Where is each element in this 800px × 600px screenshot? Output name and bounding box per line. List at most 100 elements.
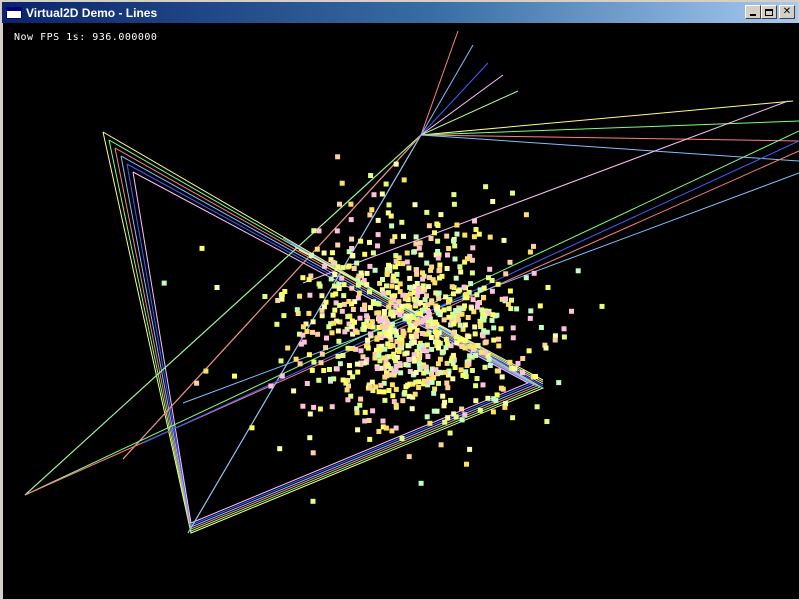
render-canvas[interactable]: Now FPS 1s: 936.000000 [3,23,799,599]
particle [438,370,444,376]
particle [384,331,390,337]
particle [368,173,374,178]
particle [278,358,284,364]
particle [311,228,317,234]
particle [422,297,428,303]
particle [335,154,341,160]
particle [491,325,497,331]
particle [556,380,562,386]
particle [414,293,420,299]
particle [414,271,420,277]
particle [350,253,356,258]
particle [435,255,441,261]
particle [459,417,465,423]
particle [510,190,515,196]
particle [376,429,382,434]
particle [405,382,411,388]
particle [323,345,329,351]
particle [489,317,495,323]
particle [393,402,399,408]
minimize-button[interactable] [745,5,761,19]
particle [490,199,496,204]
particle [489,278,495,283]
particle [467,353,473,359]
particle [381,309,387,314]
particle [544,419,550,424]
maximize-button[interactable] [761,5,777,19]
particle [473,227,479,232]
particle [396,349,402,354]
particle [444,360,450,366]
particle [487,363,493,368]
particle [527,315,533,321]
particle [496,343,502,349]
particle [465,315,471,320]
maximize-icon [765,8,773,16]
particle [464,363,470,368]
particle [339,308,345,314]
particle [300,324,306,330]
particle [275,298,281,303]
particle [367,239,372,245]
particle [537,303,543,309]
particle [378,382,384,388]
particle [379,191,385,197]
particle [406,357,412,362]
particle [369,207,375,213]
particle [388,300,394,306]
particle [498,385,504,391]
particle [490,409,496,415]
particle [477,287,483,293]
particle [432,280,438,286]
particle [346,299,352,304]
particle [389,223,395,229]
particle [449,284,455,290]
particle [436,268,442,274]
particle [319,293,325,299]
particle [321,304,327,310]
particle [262,294,268,299]
particle [501,237,507,243]
particle [282,289,288,294]
particle [393,386,399,392]
particle [323,299,329,305]
particle [464,461,469,467]
particle [329,404,335,410]
particle [464,295,470,301]
particle [332,272,338,277]
particle [502,404,508,410]
app-window-icon[interactable] [6,6,22,19]
particle [249,425,255,431]
particle [358,238,364,244]
title-bar[interactable]: Virtual2D Demo - Lines ✕ [2,2,798,23]
particle [487,266,493,272]
particle [499,374,505,380]
particle [332,283,337,289]
particle [437,262,443,268]
particle [436,380,441,386]
particle [310,319,316,325]
particle [199,245,205,251]
particle [274,321,280,327]
particle [428,236,434,241]
close-button[interactable]: ✕ [779,5,795,19]
particle [451,192,457,198]
particle [375,217,381,223]
particle [473,353,479,358]
particle [375,243,380,249]
particle [328,376,333,382]
app-window: Virtual2D Demo - Lines ✕ Now FPS 1s: 936… [0,0,800,600]
particle [380,418,386,424]
particle [451,291,456,297]
particle [281,313,287,319]
particle [457,337,463,343]
particle [404,350,410,356]
particle [462,412,468,418]
particle [416,361,422,367]
lines-scene [24,30,799,534]
particle [481,295,487,301]
particle [451,321,457,327]
particle [505,301,511,307]
particle [531,243,536,249]
particle [393,258,399,264]
